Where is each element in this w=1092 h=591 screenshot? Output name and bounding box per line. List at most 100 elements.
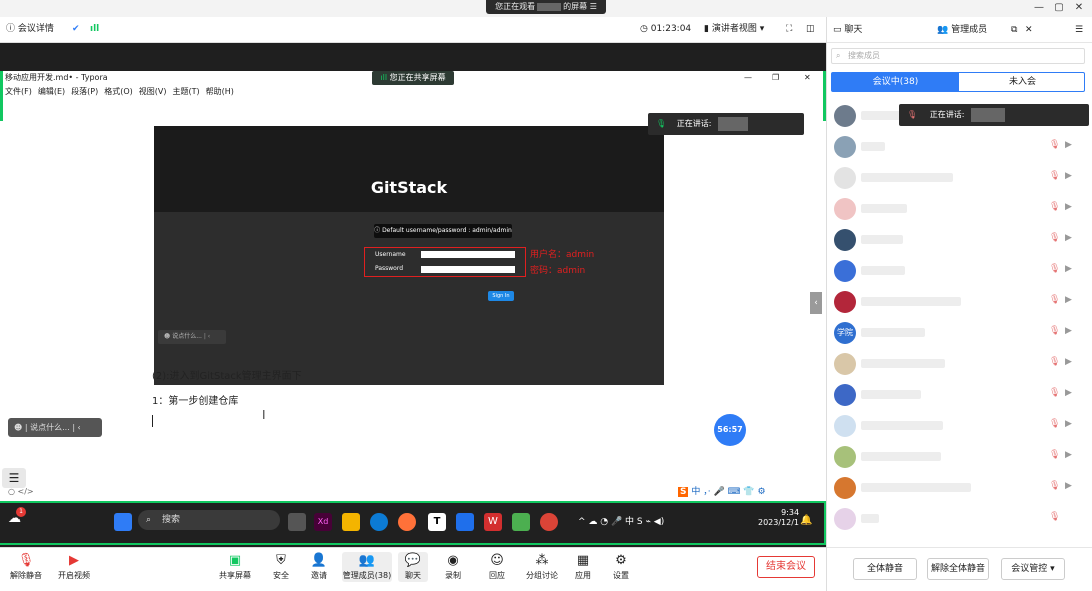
camera-off-icon[interactable]: ▶	[1065, 481, 1072, 491]
mic-off-icon[interactable]: 🎙	[1049, 481, 1060, 491]
camera-off-icon[interactable]: ▶	[1065, 264, 1072, 274]
mic-off-icon[interactable]: 🎙	[1049, 233, 1060, 243]
start-video-button[interactable]: ▶ 开启视频	[52, 552, 96, 582]
edge-icon[interactable]	[370, 513, 388, 531]
close-icon[interactable]: ✕	[1025, 23, 1033, 37]
breakout-button[interactable]: ⁂ 分组讨论	[524, 552, 560, 582]
menu-paragraph[interactable]: 段落(P)	[71, 87, 98, 96]
mic-off-icon[interactable]: 🎙	[1049, 326, 1060, 336]
member-row[interactable]: 🎙 ▶	[827, 287, 1092, 318]
camera-off-icon[interactable]: ▶	[1065, 171, 1072, 181]
firefox-icon[interactable]	[398, 513, 416, 531]
mic-off-icon[interactable]: 🎙	[1049, 512, 1060, 522]
member-search-input[interactable]: ⌕ 搜索成员	[831, 48, 1085, 64]
outline-list-icon[interactable]: ☰	[2, 468, 26, 488]
sign-in-button[interactable]: Sign In	[488, 291, 514, 301]
typora-minimize-button[interactable]: —	[744, 71, 752, 85]
mic-off-icon[interactable]: 🎙	[1049, 388, 1060, 398]
ime-toolbar[interactable]: S 中 ，· 🎤 ⌨ 👕 ⚙	[678, 485, 824, 500]
member-row[interactable]: 学院 🎙 ▶	[827, 318, 1092, 349]
timer-bubble[interactable]: 56:57	[714, 414, 746, 446]
menu-view[interactable]: 视图(V)	[139, 87, 167, 96]
close-button[interactable]: ✕	[1070, 0, 1088, 16]
member-row[interactable]: 🎙 ▶	[827, 349, 1092, 380]
menu-help[interactable]: 帮助(H)	[206, 87, 234, 96]
member-row[interactable]: 🎙 ▶	[827, 473, 1092, 504]
menu-edit[interactable]: 编辑(E)	[38, 87, 65, 96]
password-input[interactable]	[421, 266, 515, 273]
apps-button[interactable]: ▦ 应用	[568, 552, 598, 582]
tab-not-joined[interactable]: 未入会	[959, 73, 1086, 91]
typora-maximize-button[interactable]: ❐	[772, 71, 779, 85]
tray-icons[interactable]: ^ ☁ ◔ 🎤 中 S ⌁ ◀)	[578, 514, 664, 527]
image-viewer-icon[interactable]	[512, 513, 530, 531]
mic-off-icon[interactable]: 🎙	[1049, 140, 1060, 150]
taskbar-search[interactable]: ⌕ 搜索	[138, 510, 280, 530]
member-row[interactable]: 🎙 ▶	[827, 132, 1092, 163]
unmute-button[interactable]: 🎙 解除静音	[6, 552, 46, 582]
tab-chat[interactable]: ▭ 聊天	[833, 23, 862, 37]
meeting-control-dropdown[interactable]: 会议管控 ▾	[1001, 558, 1065, 580]
mic-off-icon[interactable]: 🎙	[1049, 419, 1060, 429]
fullscreen-icon[interactable]: ⛶	[786, 22, 792, 36]
username-input[interactable]	[421, 251, 515, 258]
security-button[interactable]: ⛨ 安全	[266, 552, 296, 582]
mic-off-icon[interactable]: 🎙	[1049, 171, 1060, 181]
member-row[interactable]: 🎙 ▶	[827, 411, 1092, 442]
mic-off-icon[interactable]: 🎙	[1049, 450, 1060, 460]
meeting-details-button[interactable]: ⓘ 会议详情	[6, 22, 54, 36]
camera-off-icon[interactable]: ▶	[1065, 295, 1072, 305]
record-button[interactable]: ◉ 录制	[438, 552, 468, 582]
member-row[interactable]: 🎙 ▶	[827, 442, 1092, 473]
task-view-icon[interactable]	[288, 513, 306, 531]
members-button[interactable]: 👥 管理成员(38)	[342, 552, 392, 582]
mic-off-icon[interactable]: 🎙	[1049, 295, 1060, 305]
tab-in-meeting[interactable]: 会议中(38)	[832, 73, 959, 91]
sidebar-toggle-icon[interactable]: ◫	[806, 22, 815, 36]
menu-icon[interactable]: ☰	[1075, 23, 1083, 37]
menu-file[interactable]: 文件(F)	[5, 87, 32, 96]
settings-button[interactable]: ⚙ 设置	[606, 552, 636, 582]
gitstack-chat-input[interactable]: ☻ 说点什么... | ‹	[158, 330, 226, 344]
chat-button[interactable]: 💬 聊天	[398, 552, 428, 582]
share-screen-button[interactable]: ▣ 共享屏幕	[214, 552, 256, 582]
code-toggle-icon[interactable]: ○ </>	[8, 487, 34, 496]
windows-start-icon[interactable]	[114, 513, 132, 531]
member-row[interactable]: 🎙	[827, 504, 1092, 535]
shield-check-icon[interactable]: ✔	[72, 22, 80, 36]
member-row[interactable]: 🎙 ▶	[827, 380, 1092, 411]
minimize-button[interactable]: —	[1030, 0, 1048, 16]
typora-close-button[interactable]: ✕	[804, 71, 811, 85]
photos-icon[interactable]	[456, 513, 474, 531]
typora-icon[interactable]: T	[428, 513, 446, 531]
menu-format[interactable]: 格式(O)	[104, 87, 133, 96]
chat-quick-input[interactable]: ☻ | 说点什么... | ‹	[8, 418, 102, 437]
chrome-icon[interactable]	[540, 513, 558, 531]
end-meeting-button[interactable]: 结束会议	[757, 556, 815, 578]
file-explorer-icon[interactable]	[342, 513, 360, 531]
unmute-all-button[interactable]: 解除全体静音	[927, 558, 989, 580]
weather-icon[interactable]: ☁ 1	[8, 507, 26, 529]
panel-collapse-arrow[interactable]: ‹	[810, 292, 822, 314]
maximize-button[interactable]: ▢	[1050, 0, 1068, 16]
camera-off-icon[interactable]: ▶	[1065, 202, 1072, 212]
member-row[interactable]: 🎙 ▶	[827, 163, 1092, 194]
member-row[interactable]: 🎙 ▶	[827, 225, 1092, 256]
member-row[interactable]: 🎙 ▶	[827, 194, 1092, 225]
mic-off-icon[interactable]: 🎙	[1049, 202, 1060, 212]
mute-all-button[interactable]: 全体静音	[853, 558, 917, 580]
taskbar-clock[interactable]: 9:34 2023/12/1	[758, 508, 799, 528]
mic-off-icon[interactable]: 🎙	[1049, 264, 1060, 274]
invite-button[interactable]: 👤 邀请	[304, 552, 334, 582]
camera-off-icon[interactable]: ▶	[1065, 388, 1072, 398]
adobe-xd-icon[interactable]: Xd	[314, 513, 332, 531]
camera-off-icon[interactable]: ▶	[1065, 233, 1072, 243]
popout-icon[interactable]: ⧉	[1011, 23, 1017, 37]
view-mode-dropdown[interactable]: ▮ 演讲者视图 ▾	[704, 22, 764, 36]
camera-off-icon[interactable]: ▶	[1065, 357, 1072, 367]
camera-off-icon[interactable]: ▶	[1065, 419, 1072, 429]
menu-theme[interactable]: 主题(T)	[172, 87, 199, 96]
member-row[interactable]: 🎙 ▶	[827, 256, 1092, 287]
react-button[interactable]: ☺ 回应	[482, 552, 512, 582]
wps-icon[interactable]: W	[484, 513, 502, 531]
